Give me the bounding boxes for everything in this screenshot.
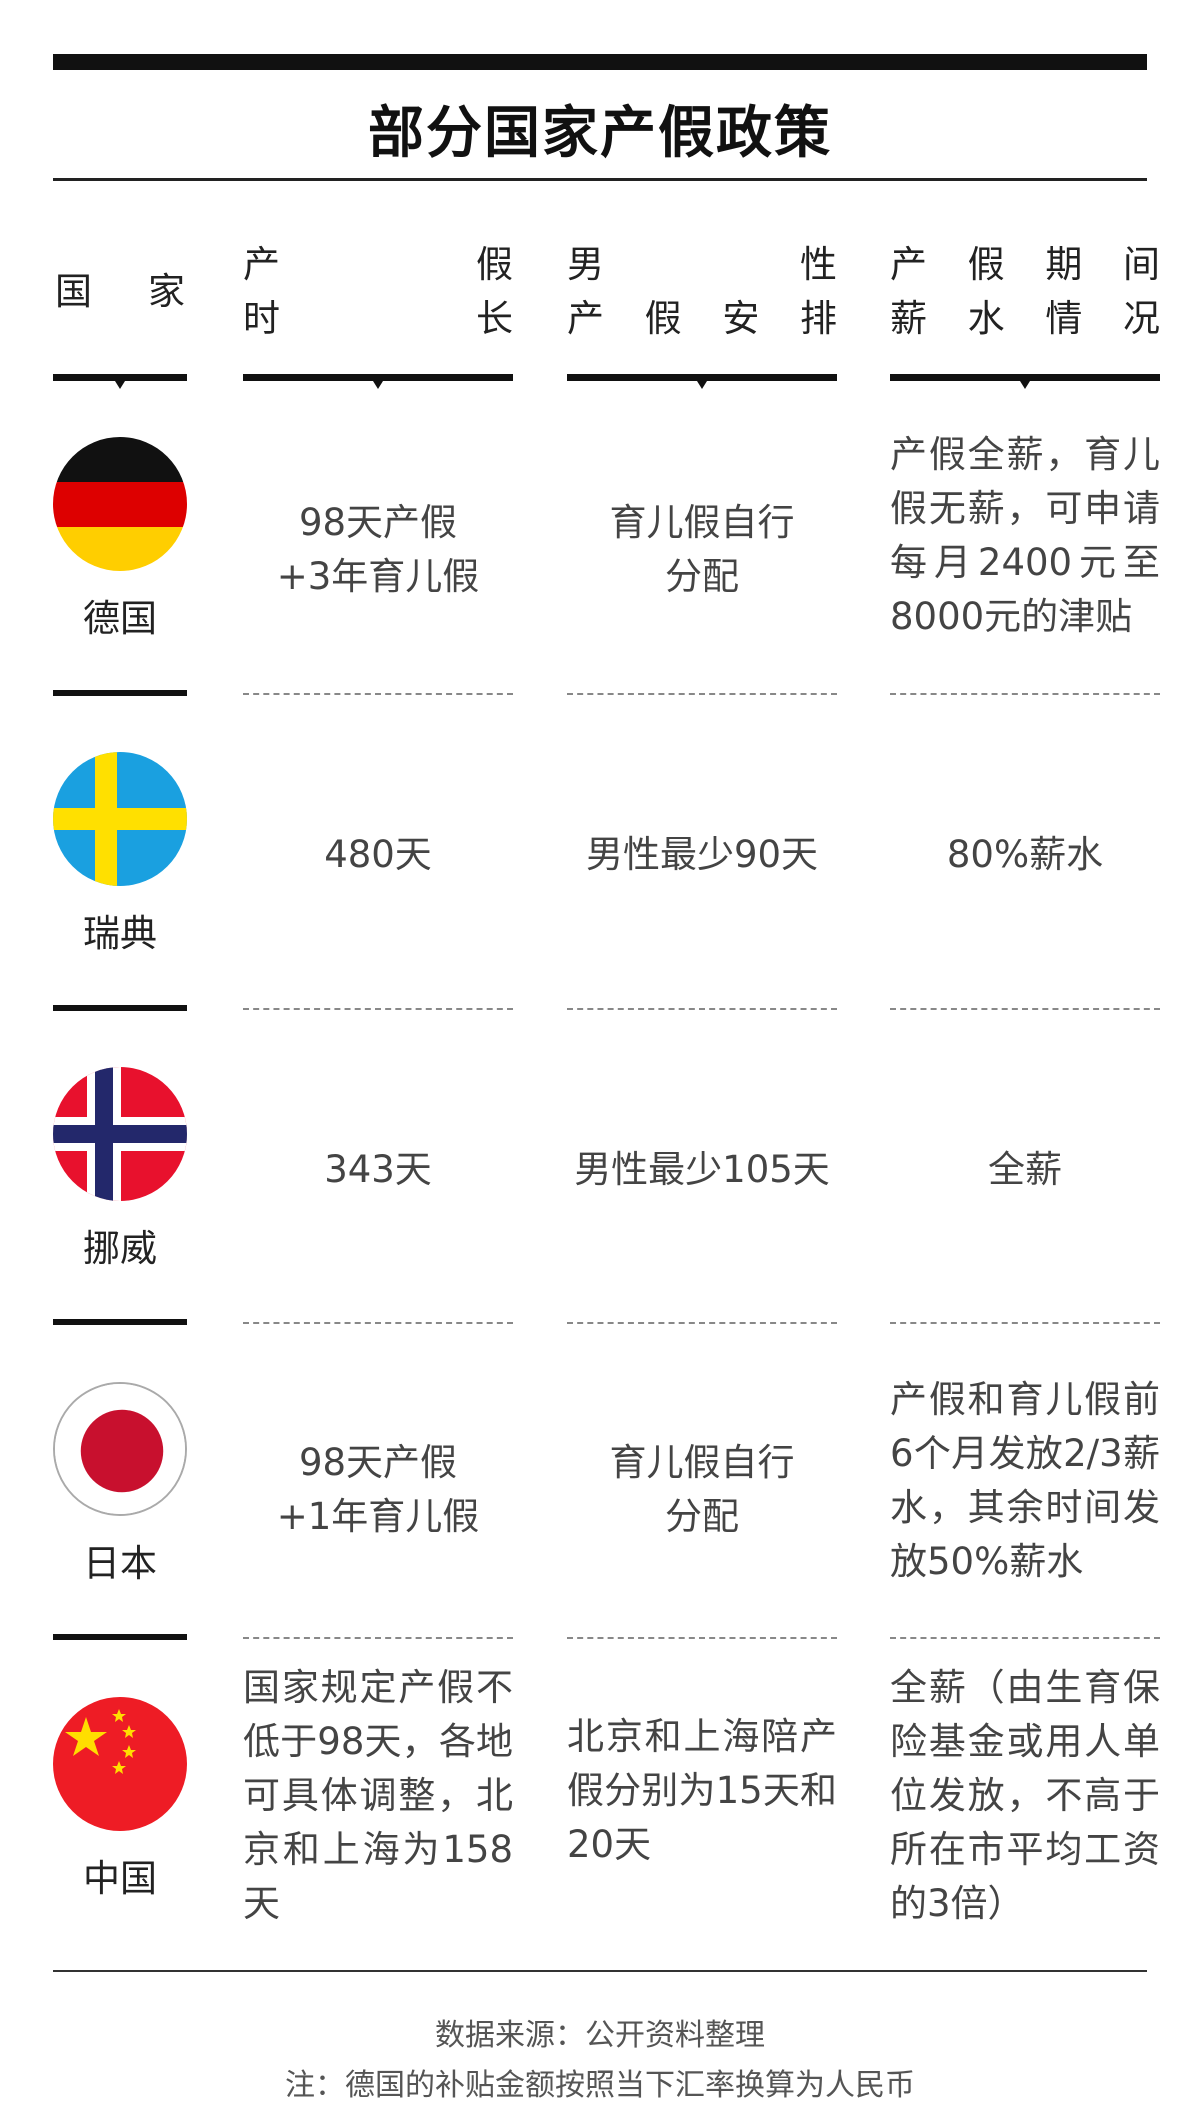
sweden-flag-icon [53,752,187,886]
row-separator [53,1005,187,1011]
country-name: 德国 [83,597,157,640]
header-country: 国 家 [55,265,185,319]
norway-flag-icon [53,1067,187,1201]
row-separator-dashed [243,1637,513,1639]
china-flag-icon [53,1697,187,1831]
header-salary-line-1: 产假期间 [890,243,1160,286]
salary-cell: 产假和育儿假前6个月发放2/3薪水，其余时间发放50%薪水 [890,1378,1160,1583]
header-leave-length-line-2: 时 长 [243,297,513,340]
currency-note: 注：德国的补贴金额按照当下汇率换算为人民币 [285,2068,915,2103]
title-divider [53,178,1147,181]
header-male-leave-line-2: 产假安排 [567,297,837,340]
row-separator-dashed [243,693,513,695]
country-name: 瑞典 [83,912,157,955]
header-salary: 产假期间 薪水情况 [890,238,1160,346]
salary-cell: 全薪（由生育保险基金或用人单位发放，不高于所在市平均工资的3倍） [890,1666,1160,1925]
row-separator-dashed [567,693,837,695]
leave-length-cell: 98天产假 +3年育儿假 [276,501,480,598]
row-separator-dashed [890,1637,1160,1639]
row-separator-dashed [567,1637,837,1639]
row-separator-dashed [567,1322,837,1324]
male-leave-cell: 男性最少90天 [585,833,819,876]
header-male-leave: 男 性 产假安排 [567,238,837,346]
leave-length-cell: 343天 [324,1148,432,1191]
header-leave-length: 产 假 时 长 [243,238,513,346]
salary-cell: 产假全薪，育儿假无薪，可申请每月2400元至8000元的津贴 [890,433,1160,638]
header-rule-male-leave [567,374,837,389]
row-separator-dashed [890,1008,1160,1010]
page-title: 部分国家产假政策 [368,101,832,166]
header-salary-line-2: 薪水情况 [890,297,1160,340]
leave-length-cell: 国家规定产假不低于98天，各地可具体调整，北京和上海为158天 [243,1666,513,1925]
country-name: 中国 [83,1857,157,1900]
data-source-note: 数据来源：公开资料整理 [435,2018,765,2053]
country-name: 日本 [83,1542,157,1585]
header-leave-length-line-1: 产 假 [243,243,513,286]
row-separator [53,690,187,696]
male-leave-cell: 育儿假自行 分配 [609,501,795,598]
row-separator-dashed [243,1008,513,1010]
male-leave-cell: 北京和上海陪产假分别为15天和20天 [567,1715,837,1866]
leave-length-cell: 98天产假 +1年育儿假 [276,1441,480,1538]
header-rule-country [53,374,187,389]
male-leave-cell: 男性最少105天 [574,1148,830,1191]
row-separator-dashed [890,1322,1160,1324]
row-separator-dashed [567,1008,837,1010]
japan-flag-icon [53,1382,187,1516]
leave-length-cell: 480天 [324,833,432,876]
row-separator [53,1634,187,1640]
header-rule-leave-length [243,374,513,389]
row-separator [53,1319,187,1325]
country-name: 挪威 [83,1227,157,1270]
row-separator-dashed [890,693,1160,695]
salary-cell: 80%薪水 [946,833,1104,876]
header-rule-salary [890,374,1160,389]
header-male-leave-line-1: 男 性 [567,243,837,286]
male-leave-cell: 育儿假自行 分配 [609,1441,795,1538]
salary-cell: 全薪 [988,1148,1062,1191]
header-country-label: 国 家 [55,270,185,313]
top-bar [53,54,1147,70]
bottom-divider [53,1970,1147,1972]
germany-flag-icon [53,437,187,571]
row-separator-dashed [243,1322,513,1324]
